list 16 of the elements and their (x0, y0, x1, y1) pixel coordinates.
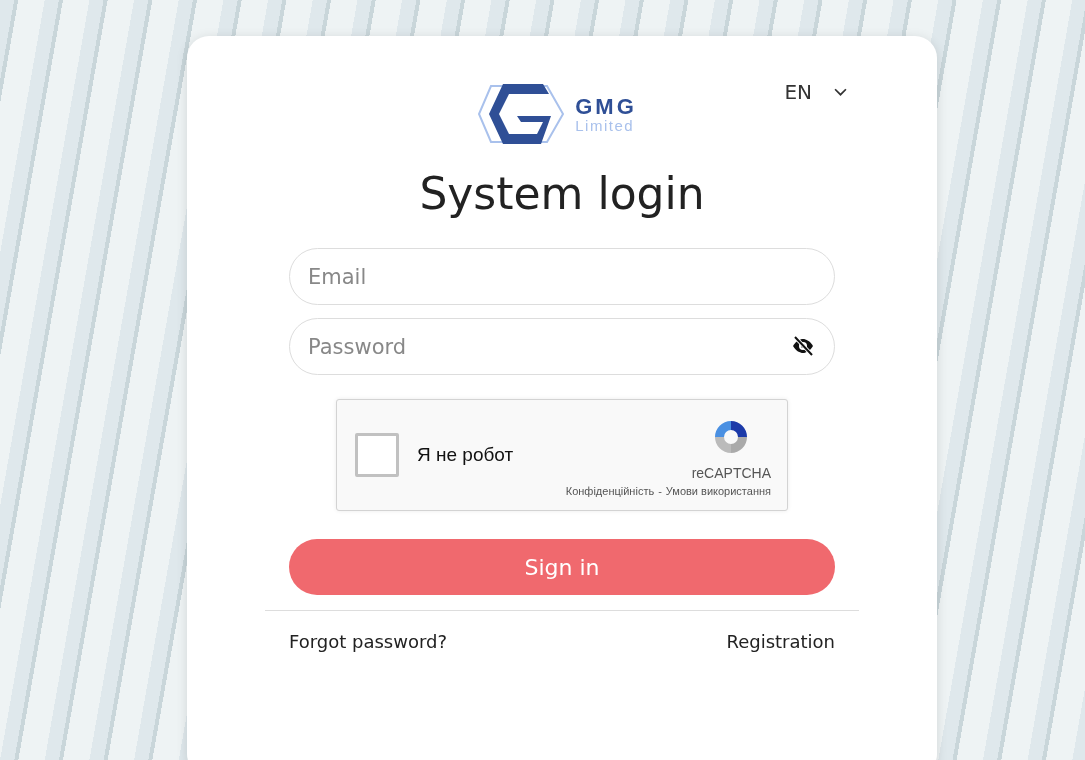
link-separator: - (658, 485, 662, 498)
captcha-checkbox[interactable] (355, 433, 399, 478)
forgot-password-link[interactable]: Forgot password? (289, 631, 448, 653)
logo-subtitle: Limited (575, 117, 636, 133)
chevron-down-icon (834, 87, 847, 97)
terms-link[interactable]: Умови використання (665, 485, 771, 498)
email-field[interactable]: Email (289, 248, 835, 306)
registration-link[interactable]: Registration (726, 631, 835, 653)
privacy-link[interactable]: Конфіденційність (565, 485, 655, 498)
recaptcha-brand: reCAPTCHA (691, 465, 771, 482)
password-field[interactable]: Password (289, 318, 835, 376)
page-title: System login (418, 170, 706, 219)
captcha-label: Я не робот (417, 444, 515, 467)
logo-name: GMG (575, 95, 637, 118)
language-selector[interactable]: EN (784, 80, 847, 104)
eye-slash-icon[interactable] (791, 334, 815, 359)
